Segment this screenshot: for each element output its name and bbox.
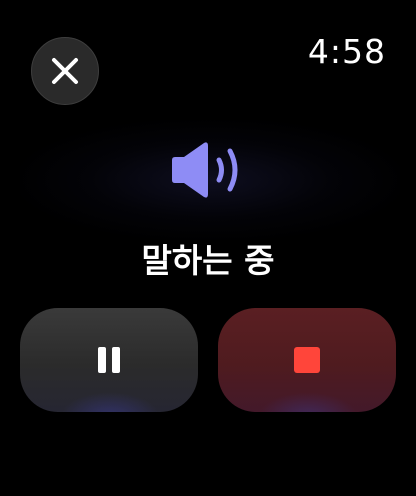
pause-button[interactable] (20, 308, 198, 412)
speaker-icon (172, 142, 238, 198)
pause-bar-left (98, 347, 106, 373)
close-icon (52, 58, 78, 84)
close-button[interactable] (31, 37, 99, 105)
stop-button[interactable] (218, 308, 396, 412)
pause-bar-right (112, 347, 120, 373)
clock: 4:58 (307, 32, 386, 71)
voice-playback-screen: 4:58 말하는 중 (0, 0, 416, 496)
stop-icon (294, 347, 320, 373)
status-label: 말하는 중 (141, 241, 275, 280)
pause-icon (98, 347, 120, 373)
